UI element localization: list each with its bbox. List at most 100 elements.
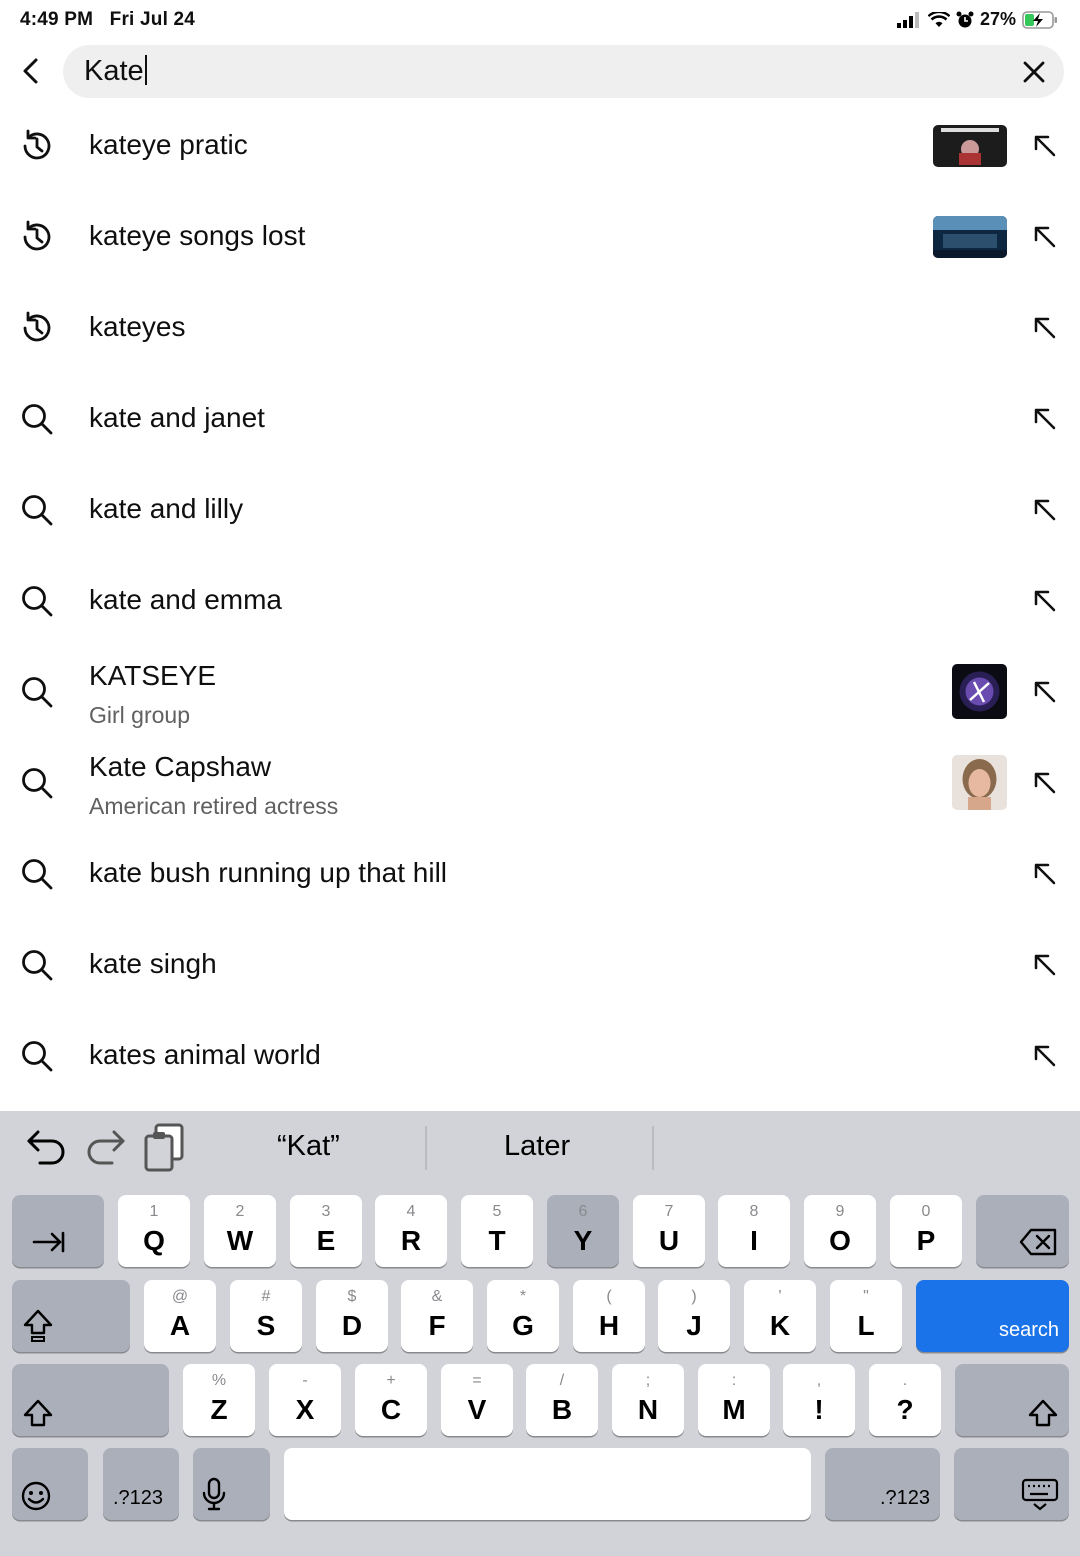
fill-query-arrow-icon[interactable] [1030, 222, 1060, 252]
suggestion-text: KATSEYE [89, 660, 217, 691]
caps-lock-key[interactable] [12, 1280, 130, 1352]
suggestion-subtitle: American retired actress [89, 793, 339, 819]
search-input-text[interactable]: Kate [84, 55, 147, 88]
key-![interactable]: ,! [783, 1364, 855, 1436]
key-char: K [769, 1310, 791, 1341]
suggestion-text: kateye songs lost [89, 220, 306, 251]
suggestion-text: kateyes [89, 311, 186, 342]
shift-key-left[interactable] [12, 1364, 169, 1436]
key-s[interactable]: # S [230, 1280, 302, 1352]
search-icon [18, 855, 56, 893]
key-a[interactable]: @ A [144, 1280, 216, 1352]
back-arrow-icon[interactable] [16, 55, 48, 87]
key-y[interactable]: 6Y [547, 1195, 619, 1267]
keyboard-suggestion[interactable]: “Kat” [277, 1130, 340, 1163]
key-c[interactable]: + C [355, 1364, 427, 1436]
search-key[interactable]: search [916, 1280, 1069, 1352]
suggestion-row[interactable]: kateyes [0, 282, 1080, 373]
key-b[interactable]: / B [526, 1364, 598, 1436]
key-r[interactable]: 4R [375, 1195, 447, 1267]
fill-query-arrow-icon[interactable] [1030, 768, 1060, 798]
search-icon [18, 764, 56, 802]
cellular-signal-icon [896, 11, 919, 28]
dismiss-keyboard-key[interactable] [954, 1448, 1069, 1520]
dictation-key[interactable] [193, 1448, 270, 1520]
key-j[interactable]: ) J [658, 1280, 730, 1352]
key-alt-char: . [902, 1372, 908, 1389]
suggestion-thumbnail [933, 125, 1007, 167]
key-alt-char: * [519, 1288, 527, 1305]
key-v[interactable]: = V [441, 1364, 513, 1436]
fill-query-arrow-icon[interactable] [1030, 404, 1060, 434]
key-e[interactable]: 3E [290, 1195, 362, 1267]
key-h[interactable]: (H [573, 1280, 645, 1352]
fill-query-arrow-icon[interactable] [1030, 677, 1060, 707]
suggestion-row[interactable]: Kate Capshaw American retired actress [0, 737, 1080, 828]
emoji-key[interactable] [12, 1448, 88, 1520]
key-w[interactable]: 2W [204, 1195, 276, 1267]
keyboard-suggestion[interactable]: Later [504, 1130, 570, 1163]
caps-lock-icon [23, 1309, 53, 1342]
key-m[interactable]: :M [698, 1364, 770, 1436]
suggestion-row[interactable]: kate and janet [0, 373, 1080, 464]
key-u[interactable]: 7U [633, 1195, 705, 1267]
fill-query-arrow-icon[interactable] [1030, 131, 1060, 161]
suggestion-row[interactable]: kate and lilly [0, 464, 1080, 555]
key-g[interactable]: * G [487, 1280, 559, 1352]
shift-key-right[interactable] [955, 1364, 1069, 1436]
numbers-key-left[interactable]: .?123 [103, 1448, 179, 1520]
fill-query-arrow-icon[interactable] [1030, 495, 1060, 525]
key-l[interactable]: " L [830, 1280, 902, 1352]
suggestion-row[interactable]: kateye songs lost [0, 191, 1080, 282]
key-z[interactable]: % Z [183, 1364, 255, 1436]
key-alt-char: = [472, 1372, 482, 1389]
tab-icon [32, 1231, 65, 1253]
fill-query-arrow-icon[interactable] [1030, 313, 1060, 343]
key-char: I [750, 1225, 758, 1256]
fill-query-arrow-icon[interactable] [1030, 950, 1060, 980]
key-o[interactable]: 9O [804, 1195, 876, 1267]
suggestion-thumbnail [952, 664, 1007, 719]
key-char: J [686, 1310, 702, 1341]
key-alt-char: 2 [235, 1203, 245, 1220]
suggestion-row[interactable]: kate bush running up that hill [0, 828, 1080, 919]
numbers-key-right[interactable]: .?123 [825, 1448, 940, 1520]
redo-icon[interactable] [84, 1126, 128, 1170]
key-k[interactable]: ' K [744, 1280, 816, 1352]
space-bar[interactable] [284, 1448, 811, 1520]
key-q[interactable]: 1Q [118, 1195, 190, 1267]
paste-icon[interactable] [142, 1122, 188, 1174]
key-i[interactable]: 8I [718, 1195, 790, 1267]
undo-icon[interactable] [24, 1126, 68, 1170]
key-alt-char: ) [691, 1288, 697, 1305]
key-p[interactable]: 0P [890, 1195, 962, 1267]
key-alt-char: 6 [578, 1203, 588, 1220]
fill-query-arrow-icon[interactable] [1030, 859, 1060, 889]
suggestion-row[interactable]: kateye pratic [0, 100, 1080, 191]
delete-key[interactable] [976, 1195, 1069, 1267]
key-n[interactable]: ; N [612, 1364, 684, 1436]
key-d[interactable]: $ D [316, 1280, 388, 1352]
emoji-icon [21, 1481, 51, 1511]
clear-search-icon[interactable] [1018, 56, 1050, 88]
suggestion-text: kateye pratic [89, 129, 248, 160]
suggestion-row[interactable]: KATSEYE Girl group [0, 646, 1080, 737]
key-f[interactable]: & F [401, 1280, 473, 1352]
suggestion-subtitle: Girl group [89, 702, 190, 728]
key-alt-char: $ [347, 1288, 357, 1305]
suggestion-row[interactable]: kate and emma [0, 555, 1080, 646]
key-x[interactable]: -X [269, 1364, 341, 1436]
fill-query-arrow-icon[interactable] [1030, 1041, 1060, 1071]
suggestion-row[interactable]: kates animal world [0, 1010, 1080, 1101]
tab-key[interactable] [12, 1195, 104, 1267]
key-t[interactable]: 5T [461, 1195, 533, 1267]
search-icon [18, 673, 56, 711]
key-char: W [226, 1225, 254, 1256]
search-input[interactable] [63, 45, 1064, 98]
search-icon [18, 400, 56, 438]
suggestion-row[interactable]: kate singh [0, 919, 1080, 1010]
key-char: ? [896, 1394, 914, 1425]
key-?[interactable]: .? [869, 1364, 941, 1436]
fill-query-arrow-icon[interactable] [1030, 586, 1060, 616]
key-alt-char: % [211, 1372, 227, 1389]
